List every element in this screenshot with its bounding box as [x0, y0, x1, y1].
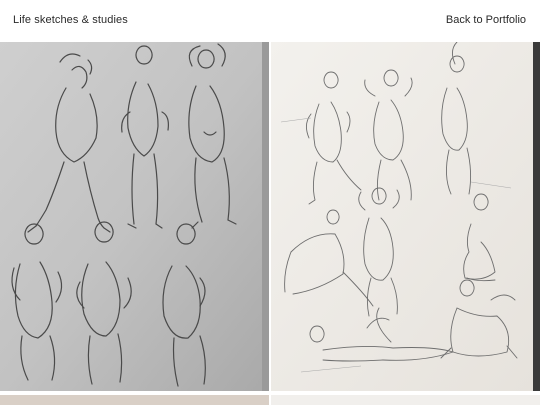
- gallery-image-grey-sketches[interactable]: [0, 42, 269, 391]
- figure-sketches-illustration: [0, 42, 269, 391]
- gallery: [0, 42, 540, 405]
- figure-sketches-illustration-2: [271, 42, 540, 391]
- back-to-portfolio-link[interactable]: Back to Portfolio: [446, 14, 526, 26]
- gallery-image-next-right[interactable]: [271, 395, 540, 405]
- gallery-image-next-left[interactable]: [0, 395, 269, 405]
- gallery-image-cream-sketches[interactable]: [271, 42, 540, 391]
- site-title: Life sketches & studies: [13, 14, 128, 26]
- page: Life sketches & studies Back to Portfoli…: [0, 0, 540, 405]
- site-header: Life sketches & studies Back to Portfoli…: [0, 0, 540, 42]
